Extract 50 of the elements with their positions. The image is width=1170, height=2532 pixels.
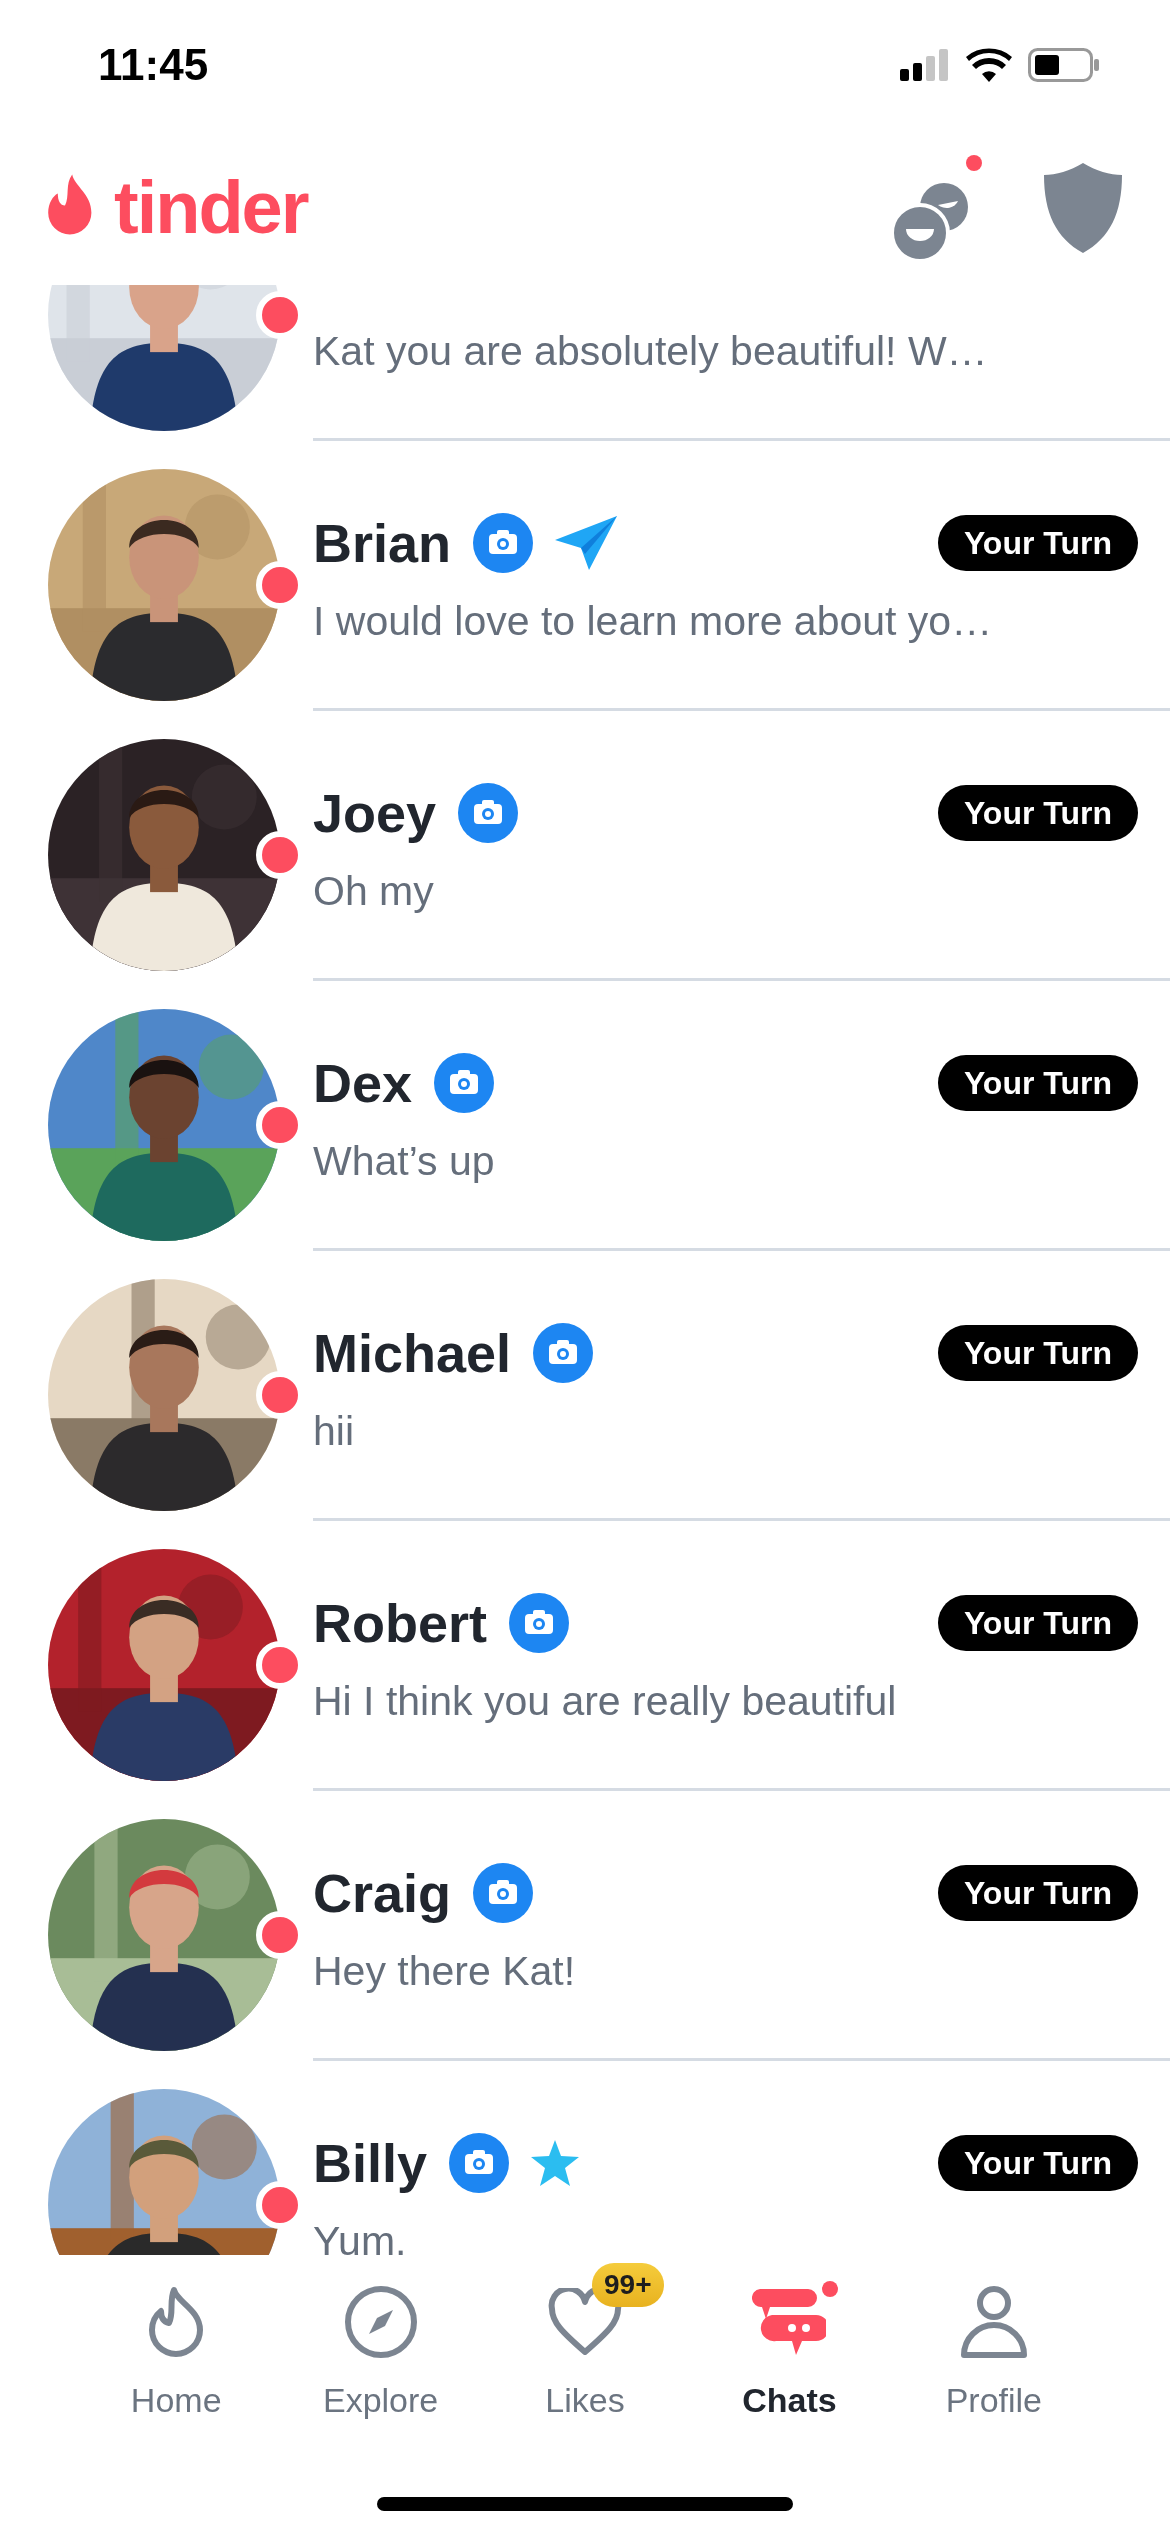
- message-preview: Hi I think you are really beautiful: [313, 1677, 898, 1726]
- camera-icon: [533, 1323, 594, 1383]
- message-preview: Oh my: [313, 867, 435, 916]
- camera-icon: [458, 783, 519, 843]
- message-preview: Yum.: [313, 2217, 408, 2255]
- camera-icon: [449, 2133, 510, 2193]
- chat-row[interactable]: Brian Your Turn I would love to learn more about yo…: [0, 441, 1170, 711]
- paper-plane-icon: [555, 516, 618, 570]
- your-turn-badge: Your Turn: [937, 1865, 1138, 1921]
- star-icon: [531, 2140, 580, 2186]
- message-preview: Kat you are absolutely beautiful! W…: [313, 327, 989, 376]
- chat-row[interactable]: Joey Your Turn Oh my: [0, 711, 1170, 981]
- chat-row[interactable]: Craig Your Turn Hey there Kat!: [0, 1791, 1170, 2061]
- tab-button[interactable]: Chats: [687, 2255, 892, 2455]
- tab-button[interactable]: Explore: [278, 2255, 483, 2455]
- status-time: 11:45: [98, 39, 209, 91]
- your-turn-badge: Your Turn: [937, 1595, 1138, 1651]
- message-preview: Hey there Kat!: [313, 1947, 577, 1996]
- chat-row[interactable]: Kat you are absolutely beautiful! W…: [0, 285, 1170, 441]
- your-turn-badge: Your Turn: [937, 2135, 1138, 2191]
- contact-name: Dex: [313, 1056, 413, 1110]
- tab-button[interactable]: Profile: [891, 2255, 1097, 2455]
- camera-icon: [434, 1053, 495, 1113]
- contact-name: Robert: [313, 1596, 487, 1650]
- chat-row[interactable]: Dex Your Turn What’s up: [0, 981, 1170, 1251]
- contact-name: Michael: [313, 1326, 512, 1380]
- message-preview: hii: [313, 1407, 356, 1456]
- signal-icon: [900, 49, 950, 81]
- chat-row[interactable]: Michael Your Turn hii: [0, 1251, 1170, 1521]
- battery-icon: [1028, 48, 1100, 82]
- your-turn-badge: Your Turn: [937, 515, 1138, 571]
- chat-row[interactable]: Robert Your Turn Hi I think you are really beautiful: [0, 1521, 1170, 1791]
- count-badge: 99+: [592, 2263, 664, 2307]
- your-turn-badge: Your Turn: [937, 1055, 1138, 1111]
- message-preview: What’s up: [313, 1137, 496, 1186]
- wifi-icon: [966, 48, 1012, 82]
- tab-button[interactable]: 99+ Likes: [482, 2255, 688, 2455]
- camera-icon: [509, 1593, 569, 1653]
- compass-icon: [343, 2285, 418, 2359]
- message-preview: I would love to learn more about yo…: [313, 597, 994, 646]
- app-logo: tinder: [114, 170, 308, 245]
- your-turn-badge: Your Turn: [937, 1325, 1138, 1381]
- tab-button[interactable]: Home: [74, 2255, 279, 2455]
- your-turn-badge: Your Turn: [937, 785, 1138, 841]
- chat-row[interactable]: Billy Your Turn Yum.: [0, 2061, 1170, 2255]
- camera-icon: [473, 1863, 534, 1923]
- shield-icon[interactable]: [1044, 162, 1122, 253]
- camera-icon: [473, 513, 534, 573]
- contact-name: Brian: [313, 516, 452, 570]
- person-icon: [959, 2285, 1028, 2359]
